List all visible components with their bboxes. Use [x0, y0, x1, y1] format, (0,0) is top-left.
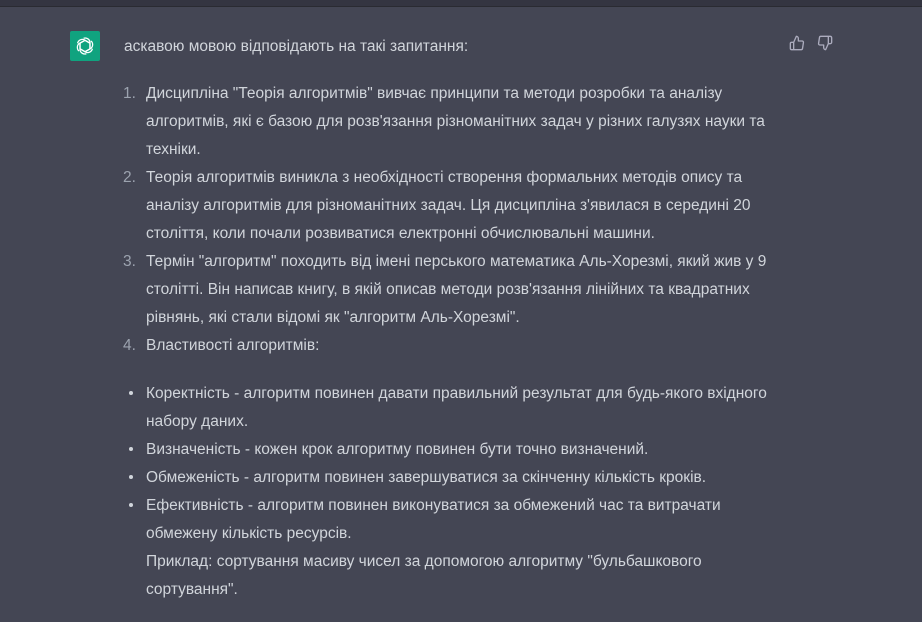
thumbs-down-button[interactable]	[816, 34, 834, 52]
thumbs-down-icon	[817, 35, 833, 51]
bullet-item: Визначеність - кожен крок алгоритму пови…	[124, 436, 794, 464]
bullet-item-text: Обмеженість - алгоритм повинен завершува…	[146, 469, 707, 486]
bullet-item-text: Визначеність - кожен крок алгоритму пови…	[146, 441, 649, 458]
bullet-item: Обмеженість - алгоритм повинен завершува…	[124, 464, 794, 492]
list-item-text: Термін "алгоритм" походить від імені пер…	[146, 253, 767, 326]
list-item: 4. Властивості алгоритмів:	[123, 332, 794, 360]
list-item: 1. Дисципліна "Теорія алгоритмів" вивчає…	[123, 80, 794, 164]
list-number: 4.	[123, 337, 136, 354]
list-number: 1.	[123, 85, 136, 102]
bullet-dot	[129, 475, 133, 479]
bullet-dot	[129, 447, 133, 451]
list-item: 3. Термін "алгоритм" походить від імені …	[123, 248, 794, 332]
assistant-message: аскавою мовою відповідають на такі запит…	[123, 36, 794, 604]
bullet-item: Ефективність - алгоритм повинен виконува…	[124, 492, 794, 548]
bullet-item: Коректність - алгоритм повинен давати пр…	[124, 380, 794, 436]
list-item-text: Властивості алгоритмів:	[146, 337, 320, 354]
message-intro: аскавою мовою відповідають на такі запит…	[124, 38, 469, 55]
assistant-avatar	[70, 31, 100, 61]
list-number: 3.	[123, 253, 136, 270]
bullet-item-text: Ефективність - алгоритм повинен виконува…	[146, 497, 721, 542]
list-item-text: Теорія алгоритмів виникла з необхідності…	[146, 169, 751, 242]
bullet-item-text: Коректність - алгоритм повинен давати пр…	[146, 385, 767, 430]
example-text: Приклад: сортування масиву чисел за допо…	[146, 553, 702, 598]
top-divider	[0, 0, 922, 7]
numbered-list: 1. Дисципліна "Теорія алгоритмів" вивчає…	[123, 80, 794, 360]
bullet-dot	[129, 391, 133, 395]
bullet-dot	[129, 503, 133, 507]
openai-logo-icon	[76, 37, 94, 55]
bullet-list: Коректність - алгоритм повинен давати пр…	[124, 380, 794, 548]
list-number: 2.	[123, 169, 136, 186]
list-item: 2. Теорія алгоритмів виникла з необхідно…	[123, 164, 794, 248]
list-item-text: Дисципліна "Теорія алгоритмів" вивчає пр…	[146, 85, 765, 158]
